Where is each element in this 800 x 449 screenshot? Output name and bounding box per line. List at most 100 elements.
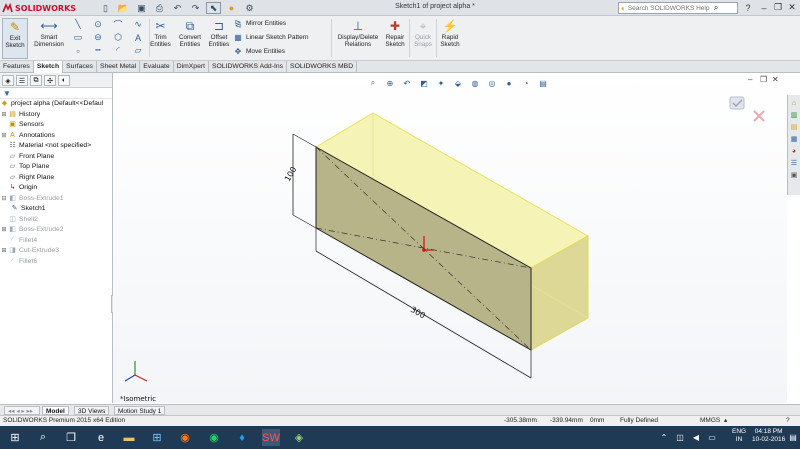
tree-item-right-plane[interactable]: ▱ Right Plane: [0, 173, 112, 184]
file-explorer-icon[interactable]: ▬: [120, 429, 138, 446]
move-entities-button[interactable]: ✥ Move Entities: [233, 47, 285, 56]
search-icon[interactable]: ⌕: [34, 429, 52, 446]
tab-features[interactable]: Features: [0, 61, 34, 73]
tree-item-boss-extrude2[interactable]: ⊞ ◧ Boss-Extrude2: [0, 225, 112, 236]
solidworks-taskbar-icon[interactable]: SW: [262, 429, 280, 446]
tree-item-boss-extrude1[interactable]: ⊟ ◧ Boss-Extrude1: [0, 194, 112, 205]
resources-icon[interactable]: ⌂: [789, 98, 799, 108]
tab-motion-study[interactable]: Motion Study 1: [114, 406, 166, 415]
restore-icon[interactable]: ❐: [771, 1, 785, 14]
tree-item-shell2[interactable]: ◫ Shell2: [0, 215, 112, 226]
tree-item-fillet4[interactable]: ◜ Fillet4: [0, 236, 112, 247]
tab-sketch[interactable]: Sketch: [33, 61, 64, 73]
edge-browser-icon[interactable]: e: [92, 429, 110, 446]
quick-snaps-button[interactable]: ⌖ Quick Snaps: [411, 18, 435, 49]
feature-tree-icon[interactable]: ◈: [2, 75, 14, 86]
twitter-icon[interactable]: ♦: [233, 429, 251, 446]
app-taskbar-icon[interactable]: ◈: [290, 429, 308, 446]
tree-item-fillet6[interactable]: ◜ Fillet6: [0, 257, 112, 268]
tab-3d-views[interactable]: 3D Views: [74, 406, 110, 415]
line-icon[interactable]: ╲: [68, 18, 88, 31]
tree-item-history[interactable]: ⊞ ▤ History: [0, 110, 112, 121]
tab-model[interactable]: Model: [42, 406, 69, 415]
repair-sketch-button[interactable]: ✚ Repair Sketch: [383, 18, 407, 49]
open-folder-icon[interactable]: 📂: [116, 2, 131, 14]
file-explorer-icon[interactable]: ▤: [789, 122, 799, 132]
dimxpert-icon[interactable]: ✣: [44, 75, 56, 86]
text-icon[interactable]: A: [128, 31, 148, 44]
options-icon[interactable]: ⚙: [242, 2, 257, 14]
collapse-icon[interactable]: ⊟: [0, 194, 8, 205]
tree-item-sensors[interactable]: ▣ Sensors: [0, 120, 112, 131]
dimension-vertical-value[interactable]: 100: [283, 165, 298, 183]
spline-icon[interactable]: ∿: [128, 18, 148, 31]
store-icon[interactable]: ⊞: [148, 429, 166, 446]
tree-item-cut-extrude3[interactable]: ⊞ ◨ Cut-Extrude3: [0, 246, 112, 257]
view-palette-icon[interactable]: ▦: [789, 134, 799, 144]
windows-start-icon[interactable]: ⊞: [6, 429, 24, 446]
trim-entities-button[interactable]: ✂ Trim Entities: [148, 18, 173, 49]
configuration-icon[interactable]: ⧉: [30, 75, 42, 86]
rebuild-icon[interactable]: ●: [224, 2, 239, 14]
tab-mbd[interactable]: SOLIDWORKS MBD: [287, 61, 358, 73]
cancel-corner-icon[interactable]: [753, 110, 765, 122]
solidworks-logo[interactable]: SOLIDWORKS: [2, 2, 76, 14]
tree-item-top-plane[interactable]: ▱ Top Plane: [0, 162, 112, 173]
minimize-icon[interactable]: –: [757, 1, 771, 14]
save-icon[interactable]: ▣: [134, 2, 149, 14]
slot-icon[interactable]: ⊖: [88, 31, 108, 44]
fillet-icon[interactable]: ◜: [108, 44, 128, 57]
print-icon[interactable]: ⎙: [152, 2, 167, 14]
expand-icon[interactable]: ⊞: [0, 131, 8, 142]
tab-evaluate[interactable]: Evaluate: [140, 61, 174, 73]
smart-dimension-button[interactable]: ⟷ Smart Dimension: [32, 18, 66, 49]
help-status-icon[interactable]: ?: [786, 416, 790, 426]
unit-dropdown-icon[interactable]: ▴: [724, 416, 727, 426]
expand-icon[interactable]: ⊞: [0, 246, 8, 257]
convert-entities-button[interactable]: ⧉ Convert Entities: [176, 18, 204, 49]
exit-sketch-button[interactable]: ✎ Exit Sketch: [2, 18, 28, 59]
polygon-icon[interactable]: ⬡: [108, 31, 128, 44]
custom-properties-icon[interactable]: ☰: [789, 158, 799, 168]
search-icon[interactable]: ⌕: [714, 3, 718, 13]
circle-icon[interactable]: ⊙: [88, 18, 108, 31]
design-library-icon[interactable]: ▥: [789, 110, 799, 120]
display-manager-icon[interactable]: ◐: [58, 75, 70, 86]
forum-icon[interactable]: ▣: [789, 170, 799, 180]
close-icon[interactable]: ✕: [785, 1, 799, 14]
unit-system[interactable]: MMGS: [700, 416, 720, 426]
rapid-sketch-button[interactable]: ⚡ Rapid Sketch: [438, 18, 462, 49]
undo-icon[interactable]: ↶: [170, 2, 185, 14]
graphics-area[interactable]: ⌕ ⊕ ↶ ◩ ✦ ⬙ ◍ ◎ ● ◔ ▤ – ❐ ✕ 100 300 *Iso…: [113, 73, 787, 403]
rectangle-icon[interactable]: ▭: [68, 31, 88, 44]
tree-item-origin[interactable]: ↳ Origin: [0, 183, 112, 194]
linear-pattern-button[interactable]: ▦ Linear Sketch Pattern: [233, 33, 308, 42]
property-manager-icon[interactable]: ☰: [16, 75, 28, 86]
display-delete-relations-button[interactable]: ⊥ Display/Delete Relations: [334, 18, 382, 49]
appearances-icon[interactable]: ◕: [789, 146, 799, 156]
confirm-corner-icon[interactable]: [729, 96, 745, 110]
tab-addins[interactable]: SOLIDWORKS Add-Ins: [209, 61, 288, 73]
dimension-horizontal-value[interactable]: 300: [409, 305, 427, 320]
spotify-icon[interactable]: ◉: [205, 429, 223, 446]
help-menu-icon[interactable]: ?: [741, 1, 755, 14]
select-icon[interactable]: ⬉: [206, 2, 221, 14]
notifications-icon[interactable]: ▤: [784, 429, 800, 446]
keyboard-icon[interactable]: ▭: [703, 429, 721, 446]
tree-item-material[interactable]: ☷ Material <not specified>: [0, 141, 112, 152]
help-search-box[interactable]: ◐ ⌕: [618, 2, 738, 14]
expand-icon[interactable]: ⊞: [0, 110, 8, 121]
tab-surfaces[interactable]: Surfaces: [63, 61, 97, 73]
redo-icon[interactable]: ↷: [188, 2, 203, 14]
tree-root[interactable]: ◆ project alpha (Default<<Defaul: [0, 99, 112, 110]
language-indicator[interactable]: ENG IN: [732, 428, 746, 444]
tree-item-sketch1[interactable]: ✎ Sketch1: [0, 204, 112, 215]
tree-item-annotations[interactable]: ⊞ A Annotations: [0, 131, 112, 142]
mirror-entities-button[interactable]: ⧎ Mirror Entities: [233, 19, 286, 28]
offset-entities-button[interactable]: ⊐ Offset Entities: [206, 18, 232, 49]
point-icon[interactable]: ▫: [68, 44, 88, 57]
plane-icon[interactable]: ▱: [128, 44, 148, 57]
new-document-icon[interactable]: ▯: [98, 2, 113, 14]
expand-icon[interactable]: ⊞: [0, 225, 8, 236]
tab-dimxpert[interactable]: DimXpert: [174, 61, 210, 73]
